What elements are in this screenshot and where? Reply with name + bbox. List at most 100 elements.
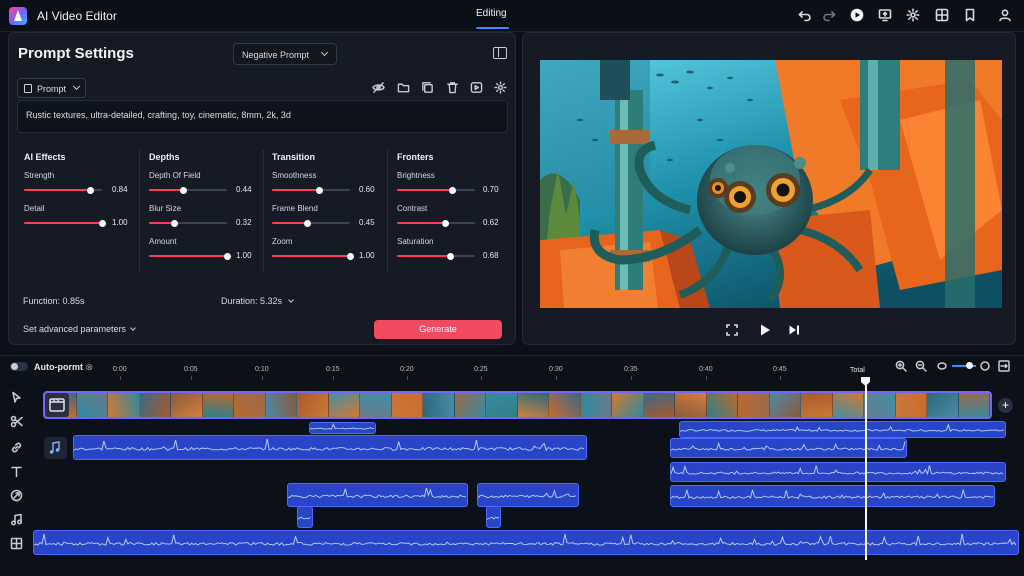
- effects-tool-icon[interactable]: [10, 489, 23, 502]
- slider-label: Depth Of Field: [149, 171, 201, 180]
- auto-prompt-label: Auto-pormt ⊗: [34, 362, 94, 372]
- user-icon[interactable]: [997, 8, 1013, 24]
- audio-clip[interactable]: [679, 421, 1006, 438]
- video-thumbnail: [454, 393, 486, 417]
- play-icon[interactable]: [849, 8, 865, 24]
- music-tool-icon[interactable]: [10, 513, 23, 526]
- slider-handle[interactable]: [87, 186, 94, 194]
- zoom-in-icon[interactable]: [895, 360, 907, 372]
- slider-fill: [149, 189, 183, 191]
- waveform-line: [671, 464, 1004, 476]
- bookmark-icon[interactable]: [962, 8, 978, 24]
- slider-handle[interactable]: [442, 219, 449, 227]
- auto-prompt-toggle[interactable]: [10, 362, 28, 371]
- generate-button[interactable]: Generate: [374, 320, 502, 339]
- video-thumbnail: [643, 393, 675, 417]
- audio-clip[interactable]: [309, 422, 376, 434]
- function-readout: Function: 0.85s: [23, 296, 85, 306]
- undo-icon[interactable]: [797, 8, 813, 24]
- select-tool-icon[interactable]: [10, 391, 23, 404]
- zoom-min-icon: [936, 360, 948, 372]
- waveform: [671, 441, 906, 451]
- audio-clip[interactable]: [73, 435, 587, 460]
- slider-label: Smoothness: [272, 171, 317, 180]
- slider-value: 0.44: [236, 185, 252, 194]
- fullscreen-icon[interactable]: [725, 323, 739, 337]
- cut-tool-icon[interactable]: [10, 415, 23, 428]
- slider-handle[interactable]: [99, 219, 106, 227]
- audio-clip[interactable]: [670, 462, 1006, 482]
- audio-clip[interactable]: [33, 530, 1019, 555]
- slider-label: Saturation: [397, 237, 434, 246]
- waveform: [671, 464, 1004, 476]
- slider-handle[interactable]: [171, 219, 178, 227]
- zoom-max-icon: [979, 360, 991, 372]
- zoom-slider-handle[interactable]: [966, 362, 973, 369]
- group-divider: [387, 150, 388, 273]
- video-thumbnail: [328, 393, 360, 417]
- play-button[interactable]: [758, 323, 772, 337]
- zoom-out-icon[interactable]: [915, 360, 927, 372]
- slider-group-title: AI Effects: [24, 152, 66, 162]
- audio-clip[interactable]: [670, 485, 995, 507]
- next-frame-icon[interactable]: [787, 323, 801, 337]
- slider-handle[interactable]: [447, 252, 454, 260]
- prompt-dropdown[interactable]: Prompt: [17, 78, 86, 98]
- video-thumbnail: [265, 393, 297, 417]
- waveform: [288, 487, 467, 499]
- time-tick-mark: [407, 376, 408, 380]
- negative-prompt-dropdown[interactable]: Negative Prompt: [233, 43, 337, 65]
- advanced-parameters-toggle[interactable]: Set advanced parameters: [23, 324, 136, 334]
- trash-icon[interactable]: [446, 81, 460, 95]
- duration-dropdown[interactable]: Duration: 5.32s: [221, 296, 294, 306]
- slider-handle[interactable]: [316, 186, 323, 194]
- grid-icon[interactable]: [934, 8, 950, 24]
- layout-tool-icon[interactable]: [10, 537, 23, 550]
- playhead[interactable]: [865, 378, 867, 560]
- slider-group-title: Depths: [149, 152, 180, 162]
- time-tick-label: 0:20: [400, 366, 414, 373]
- video-clip-track[interactable]: [43, 391, 992, 419]
- add-clip-button[interactable]: +: [998, 398, 1013, 413]
- folder-icon[interactable]: [397, 81, 411, 95]
- time-tick-mark: [481, 376, 482, 380]
- slider-handle[interactable]: [449, 186, 456, 194]
- time-tick-mark: [120, 376, 121, 380]
- fit-timeline-icon[interactable]: [998, 360, 1010, 372]
- slider-handle[interactable]: [224, 252, 231, 260]
- tab-editing[interactable]: Editing: [476, 8, 507, 19]
- audio-clip[interactable]: [297, 506, 313, 528]
- video-thumbnail: [360, 393, 392, 417]
- audio-clip[interactable]: [670, 438, 907, 458]
- slider-fill: [149, 255, 227, 257]
- slider-fill: [24, 189, 90, 191]
- panel-title: Prompt Settings: [18, 45, 134, 62]
- slider-value: 0.45: [359, 218, 375, 227]
- audio-clip[interactable]: [486, 506, 501, 528]
- slider-handle[interactable]: [347, 252, 354, 260]
- prompt-label: Prompt: [37, 84, 67, 94]
- export-icon[interactable]: [877, 8, 893, 24]
- copy-icon[interactable]: [421, 81, 435, 95]
- slider-handle[interactable]: [304, 219, 311, 227]
- media-icon[interactable]: [470, 81, 484, 95]
- video-thumbnail: [549, 393, 581, 417]
- video-thumbnail: [486, 393, 518, 417]
- slider-handle[interactable]: [180, 186, 187, 194]
- audio-clip[interactable]: [477, 483, 579, 507]
- link-tool-icon[interactable]: [10, 441, 23, 454]
- text-tool-icon[interactable]: [10, 465, 23, 478]
- redo-icon[interactable]: [821, 8, 837, 24]
- slider-group-title: Transition: [272, 152, 316, 162]
- video-thumbnail: [612, 393, 644, 417]
- waveform-line: [478, 489, 577, 499]
- gear-icon[interactable]: [494, 81, 508, 95]
- settings-icon[interactable]: [905, 8, 921, 24]
- audio-clip[interactable]: [287, 483, 468, 507]
- app-title: AI Video Editor: [37, 9, 117, 23]
- hide-icon[interactable]: [372, 81, 386, 95]
- video-thumbnail: [738, 393, 770, 417]
- slider-value: 1.00: [112, 218, 128, 227]
- layout-icon[interactable]: [493, 47, 507, 59]
- advanced-parameters-label: Set advanced parameters: [23, 324, 127, 334]
